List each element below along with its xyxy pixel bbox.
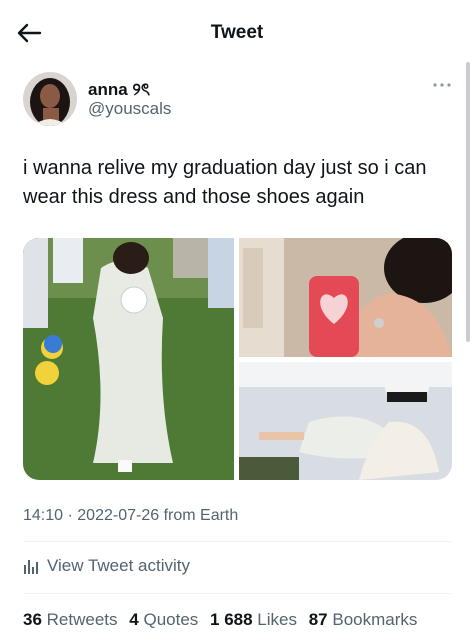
quotes-stat[interactable]: 4 Quotes [129,610,198,629]
top-bar: Tweet [0,0,474,62]
more-options-icon[interactable] [430,77,454,93]
bookmarks-stat[interactable]: 87 Bookmarks [309,610,418,629]
scrollbar[interactable] [466,62,470,342]
view-activity-label: View Tweet activity [47,556,190,575]
tweet-time[interactable]: 14:10 [23,507,63,524]
photo-garden-dress[interactable] [23,238,234,480]
divider [23,593,451,594]
tweet-stats: 36 Retweets 4 Quotes 1 688 Likes 87 Book… [23,610,424,630]
tweet-meta: 14:10 · 2022-07-26 from Earth [23,507,238,525]
meta-separator: · [67,507,73,524]
tweet-text: i wanna relive my graduation day just so… [23,154,453,212]
tweet-text-line: wear this dress and those shoes again [23,186,365,208]
tweet-date[interactable]: 2022-07-26 [77,507,159,524]
view-activity-link[interactable]: View Tweet activity [23,556,190,576]
tweet-source: from Earth [163,507,239,524]
tweet-text-line: i wanna relive my graduation day just so… [23,157,427,179]
photo-mirror-selfie[interactable] [239,238,452,357]
bar-chart-icon [23,557,39,575]
photo-celebration-lift[interactable] [239,362,452,480]
likes-stat[interactable]: 1 688 Likes [210,610,297,629]
media-grid [23,238,452,480]
divider [23,541,451,542]
avatar[interactable] [23,72,77,126]
user-handle[interactable]: @youscals [88,99,171,119]
retweets-stat[interactable]: 36 Retweets [23,610,118,629]
page-title: Tweet [210,22,264,43]
